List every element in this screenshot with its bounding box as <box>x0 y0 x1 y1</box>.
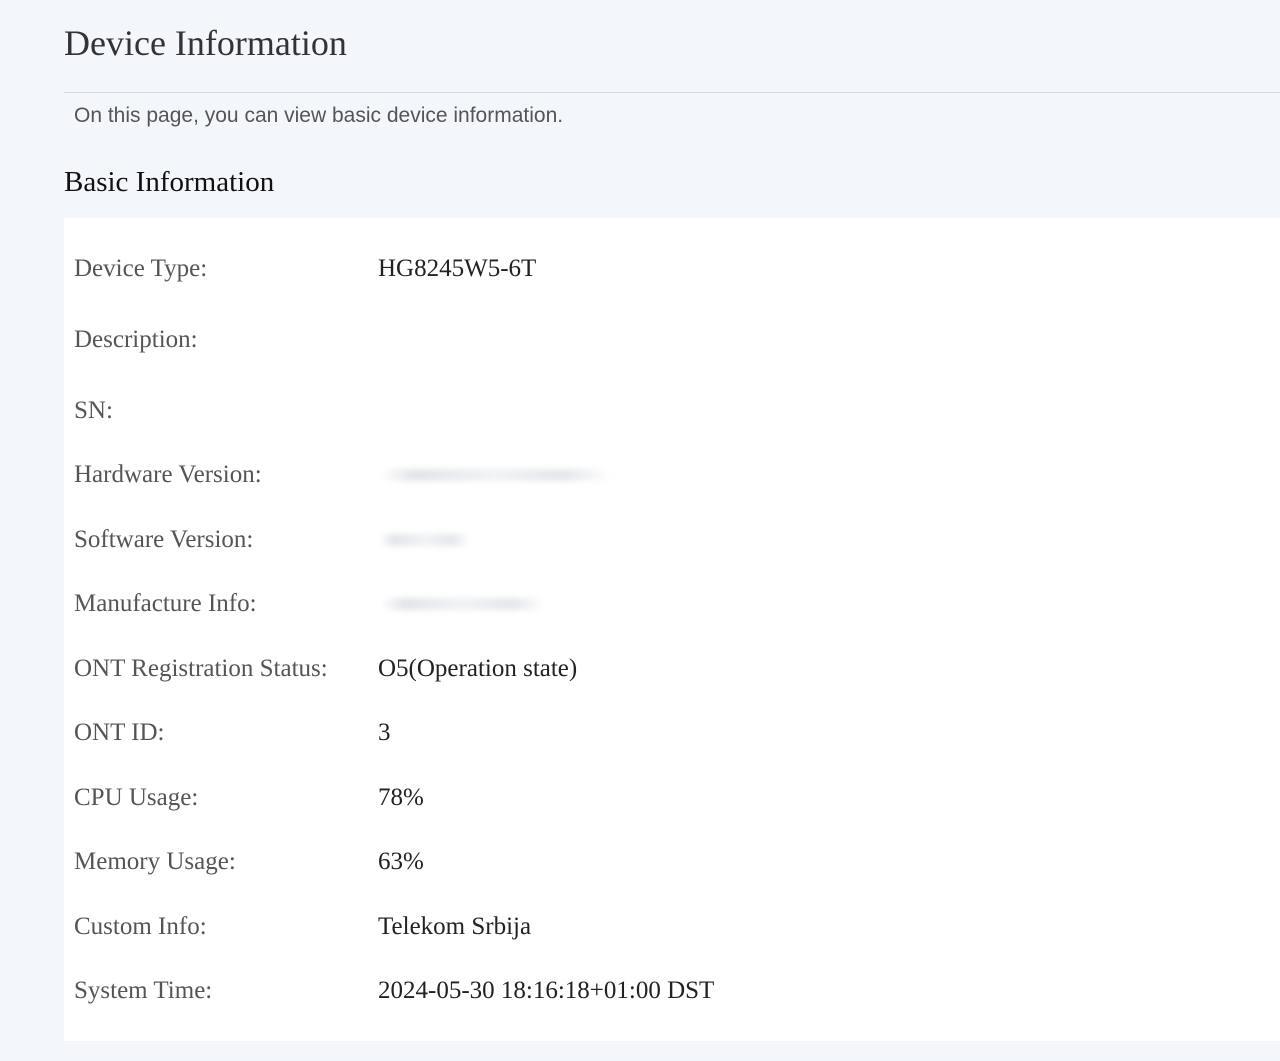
row-software-version: Software Version: <box>64 520 1280 560</box>
description-label: Description: <box>74 326 198 353</box>
page-title: Device Information <box>64 23 347 63</box>
row-system-time: System Time: 2024-05-30 18:16:18+01:00 D… <box>64 971 1280 1011</box>
basic-information-panel: Device Type: HG8245W5-6T Description: SN… <box>64 218 1280 1041</box>
row-ont-id: ONT ID: 3 <box>64 713 1280 753</box>
ont-id-value: 3 <box>378 719 391 746</box>
row-hardware-version: Hardware Version: <box>64 455 1280 495</box>
sn-label: SN: <box>74 397 113 424</box>
row-ont-registration-status: ONT Registration Status: O5(Operation st… <box>64 649 1280 689</box>
row-sn: SN: <box>64 391 1280 431</box>
section-title-basic-information: Basic Information <box>64 166 275 198</box>
device-type-label: Device Type: <box>74 255 208 282</box>
software-version-label: Software Version: <box>74 526 254 553</box>
cpu-usage-value: 78% <box>378 784 424 811</box>
manufacture-info-label: Manufacture Info: <box>74 590 257 617</box>
ont-id-label: ONT ID: <box>74 719 165 746</box>
manufacture-info-redacted-value <box>380 598 545 610</box>
system-time-label: System Time: <box>74 977 213 1004</box>
custom-info-label: Custom Info: <box>74 913 207 940</box>
memory-usage-label: Memory Usage: <box>74 848 236 875</box>
memory-usage-value: 63% <box>378 848 424 875</box>
system-time-value: 2024-05-30 18:16:18+01:00 DST <box>378 977 715 1004</box>
software-version-redacted-value <box>380 534 470 546</box>
hardware-version-label: Hardware Version: <box>74 461 262 488</box>
ont-registration-status-label: ONT Registration Status: <box>74 655 328 682</box>
device-type-value: HG8245W5-6T <box>378 255 537 282</box>
row-manufacture-info: Manufacture Info: <box>64 584 1280 624</box>
row-description: Description: <box>64 320 1280 360</box>
title-divider <box>64 92 1280 93</box>
hardware-version-redacted-value <box>380 469 610 481</box>
page-description: On this page, you can view basic device … <box>74 104 564 127</box>
custom-info-value: Telekom Srbija <box>378 913 532 940</box>
cpu-usage-label: CPU Usage: <box>74 784 199 811</box>
row-cpu-usage: CPU Usage: 78% <box>64 778 1280 818</box>
row-memory-usage: Memory Usage: 63% <box>64 842 1280 882</box>
ont-registration-status-value: O5(Operation state) <box>378 655 578 682</box>
row-device-type: Device Type: HG8245W5-6T <box>64 249 1280 289</box>
row-custom-info: Custom Info: Telekom Srbija <box>64 907 1280 947</box>
